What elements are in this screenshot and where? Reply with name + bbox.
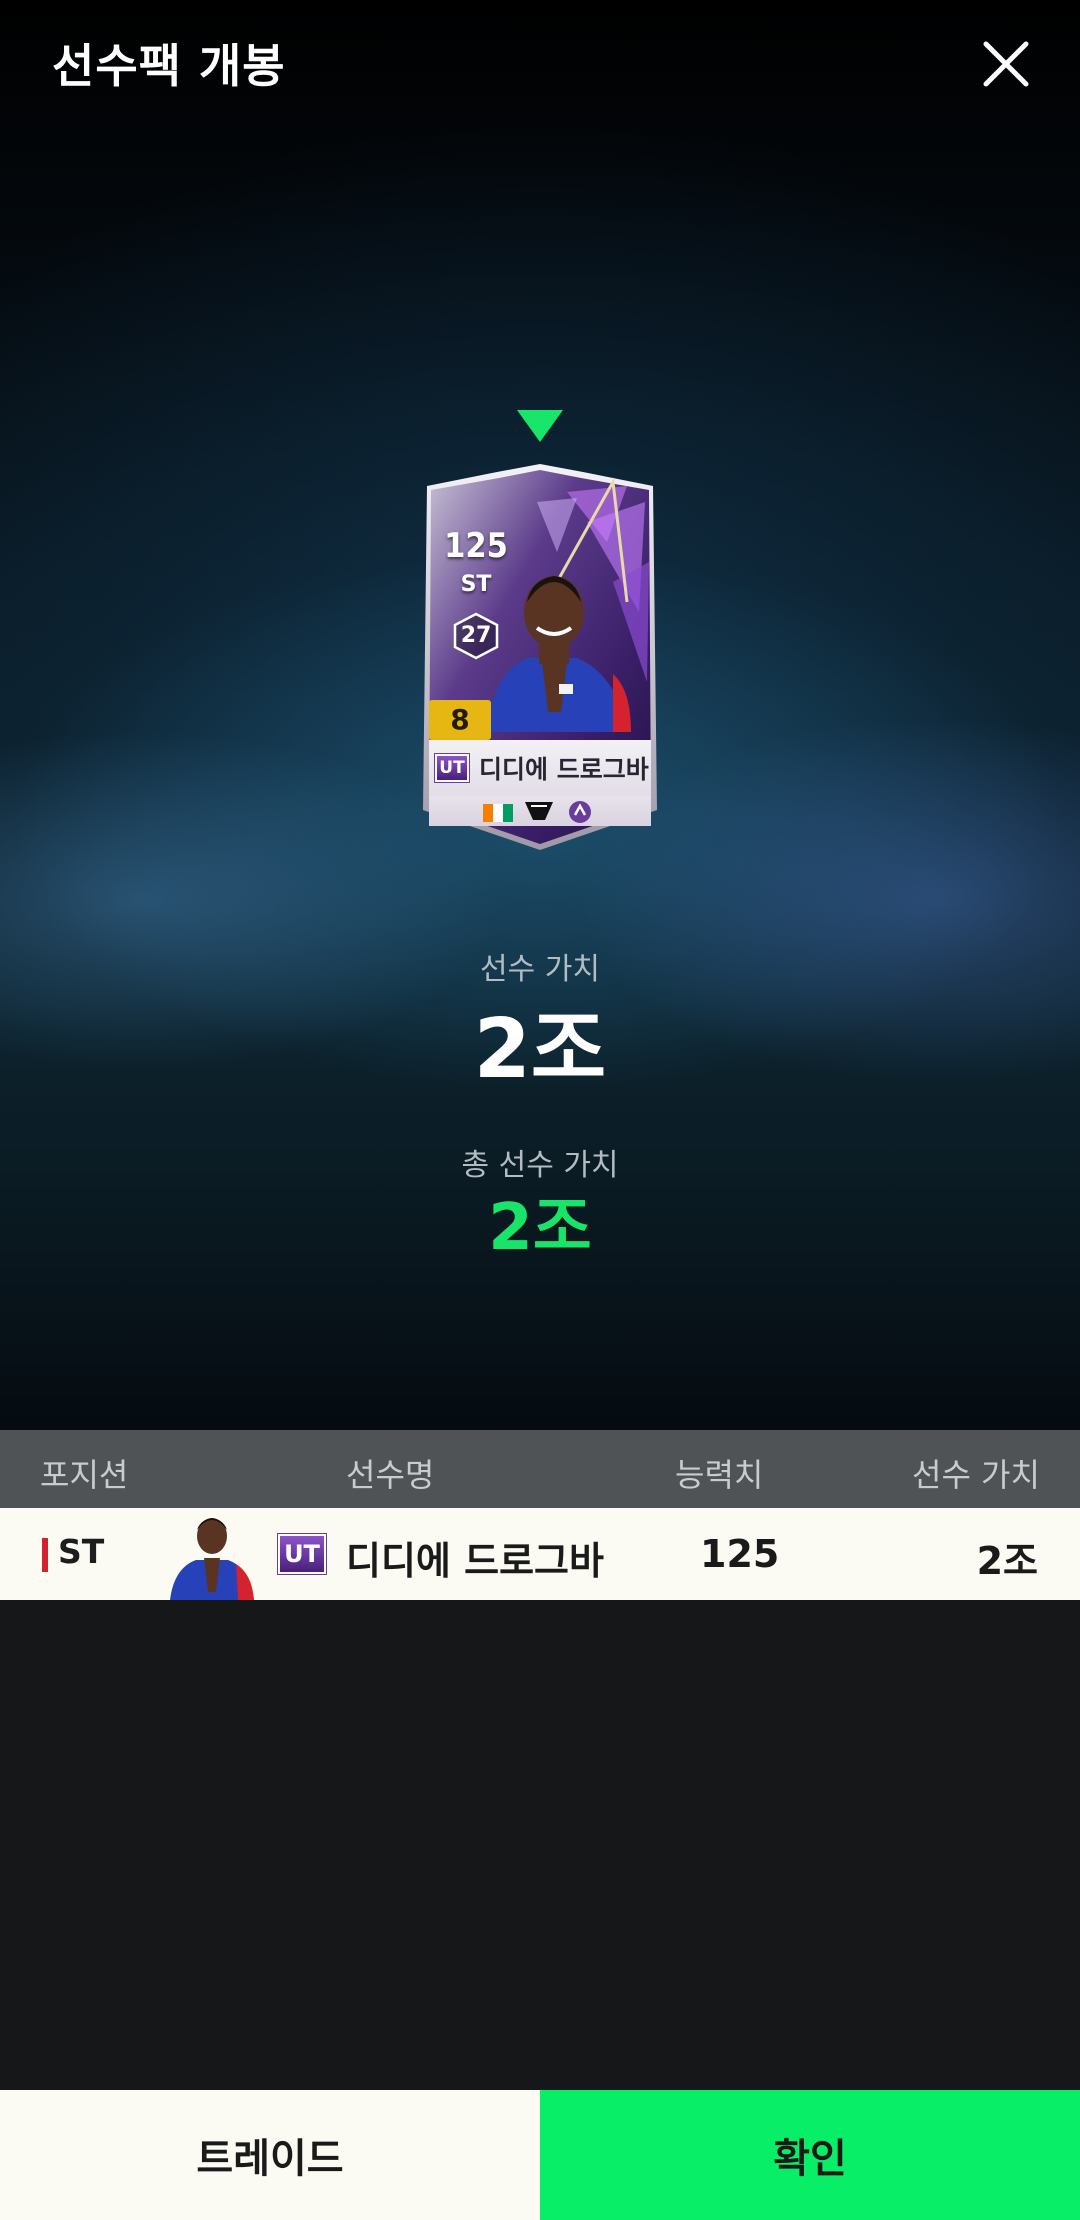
card-nameplate: UT 디디에 드로그바	[429, 740, 651, 796]
total-value: 2조	[488, 1191, 592, 1265]
close-button[interactable]	[978, 36, 1034, 92]
header-name: 선수명	[346, 1456, 435, 1494]
confirm-button[interactable]: 확인	[540, 2090, 1080, 2220]
card-grade-badge: 8	[429, 700, 491, 740]
player-value: 2조	[473, 1002, 607, 1097]
player-thumbnail	[170, 1518, 254, 1600]
season-emblem-icon	[569, 801, 591, 823]
card-position: ST	[460, 572, 492, 597]
trade-button[interactable]: 트레이드	[0, 2090, 540, 2220]
header-ovr: 능력치	[675, 1456, 764, 1494]
selection-arrow-icon	[517, 410, 563, 442]
list-empty-area	[0, 1600, 1080, 2090]
card-emblem-row	[429, 796, 651, 826]
close-icon	[983, 41, 1029, 87]
row-player-name: 디디에 드로그바	[346, 1539, 604, 1583]
card-ovr: 125	[444, 526, 508, 566]
season-badge: UT	[434, 753, 470, 783]
row-ovr: 125	[700, 1532, 780, 1576]
page-title: 선수팩 개봉	[52, 39, 286, 93]
ivory-coast-flag-icon	[483, 804, 513, 822]
row-position: ST	[58, 1532, 105, 1571]
header-position: 포지션	[40, 1456, 129, 1494]
row-season-badge: UT	[277, 1533, 327, 1575]
card-hex-number: 27	[460, 623, 492, 648]
table-header: 포지션 선수명 능력치 선수 가치	[0, 1430, 1080, 1508]
position-color-bar	[42, 1538, 48, 1572]
row-value: 2조	[976, 1539, 1038, 1583]
table-row[interactable]: ST UT 디디에 드로그바 125 2조	[0, 1508, 1080, 1600]
header-value: 선수 가치	[912, 1456, 1040, 1494]
player-card[interactable]: 125 ST 27 8 UT 디디에 드로그바	[417, 462, 663, 852]
card-player-name: 디디에 드로그바	[479, 755, 649, 784]
club-crest-icon	[525, 802, 553, 820]
